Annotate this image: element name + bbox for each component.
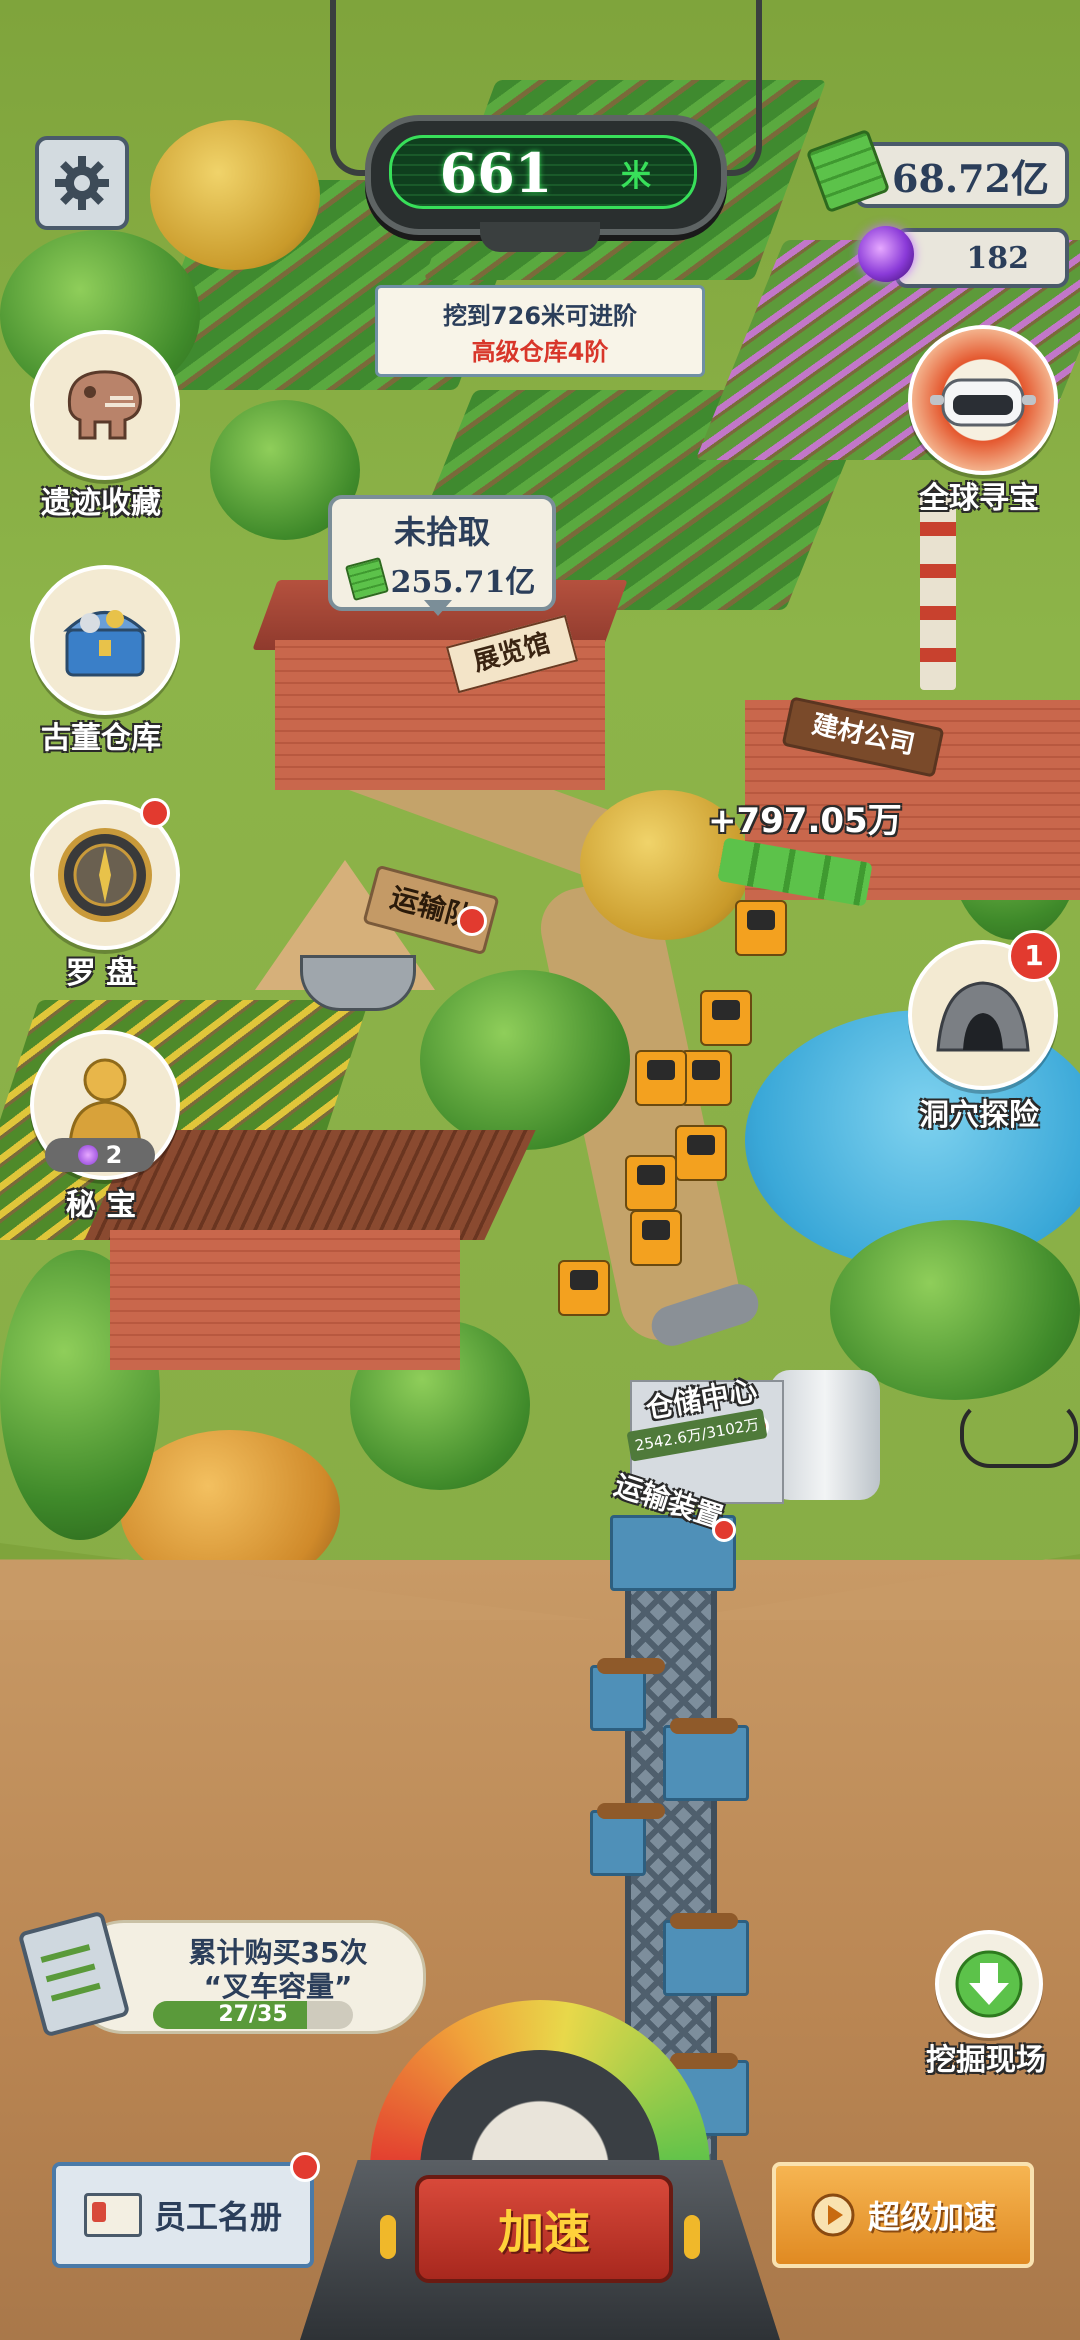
advance-notice-line2: 高级仓库4阶 <box>471 338 609 366</box>
gem-value: 182 <box>966 240 1029 276</box>
dig-site-button[interactable] <box>935 1930 1043 2038</box>
settings-button[interactable] <box>35 136 129 230</box>
cash-counter[interactable]: 68.72亿 <box>855 142 1069 208</box>
cash-icon <box>344 556 389 602</box>
bubble-pointer <box>424 600 452 616</box>
task-progress-bar: 27/35 <box>153 2001 353 2029</box>
play-video-icon <box>811 2193 855 2237</box>
speed-light-right <box>684 2215 700 2259</box>
task-progress-text: 27/35 <box>218 2002 288 2027</box>
forklift <box>630 1210 682 1266</box>
income-popup: +797.05万 <box>708 801 902 841</box>
compass-icon <box>58 828 152 922</box>
ore-bucket <box>590 1658 665 1731</box>
staff-notification-dot <box>290 2152 320 2182</box>
depth-unit: 米 <box>621 159 651 194</box>
uncollected-title: 未拾取 <box>393 513 490 551</box>
forklift <box>635 1050 687 1106</box>
cave-exploration-label: 洞穴探险 <box>919 1098 1039 1133</box>
forklift <box>675 1125 727 1181</box>
chimney <box>920 490 956 690</box>
transport-notification-dot <box>457 906 487 936</box>
depth-meter: 661 米 <box>365 115 727 235</box>
cash-value: 68.72亿 <box>892 155 1049 201</box>
gem-counter[interactable]: 182 <box>895 228 1069 288</box>
gear-icon <box>55 156 109 210</box>
uncollected-amount-row: 255.71亿 <box>332 556 552 602</box>
ore-bucket <box>663 1913 749 1996</box>
speed-button-label: 加速 <box>498 2205 590 2259</box>
wheelbarrow-icon <box>300 955 416 1011</box>
forklift <box>558 1260 610 1316</box>
barn-building <box>84 1130 536 1380</box>
speed-button[interactable]: 加速 <box>415 2175 673 2283</box>
storage-tank <box>770 1370 880 1500</box>
staff-roster-button[interactable]: 员工名册 <box>52 2162 314 2268</box>
secret-treasure-count: 2 <box>45 1138 155 1172</box>
conveyor-notification-dot <box>712 1518 736 1542</box>
task-line2: “叉车容量” <box>203 1970 353 2003</box>
antique-warehouse-button[interactable] <box>30 565 180 715</box>
super-speed-label: 超级加速 <box>867 2198 996 2236</box>
small-gem-icon <box>77 1145 98 1165</box>
advance-notice-line1: 挖到726米可进阶 <box>442 302 638 330</box>
global-treasure-hunt-button[interactable] <box>908 325 1058 475</box>
relics-collection-label: 遗迹收藏 <box>41 486 161 521</box>
tree <box>420 970 630 1150</box>
staff-roster-label: 员工名册 <box>153 2198 282 2236</box>
uncollected-bubble[interactable]: 未拾取 255.71亿 <box>328 495 556 611</box>
antique-warehouse-label: 古董仓库 <box>41 721 161 756</box>
speed-light-left <box>380 2215 396 2259</box>
id-card-icon <box>83 2193 142 2237</box>
dinosaur-fossil-icon <box>67 370 142 440</box>
treasure-chest-icon <box>63 610 147 677</box>
depth-meter-base <box>480 222 600 252</box>
compass-notification-dot <box>140 798 170 828</box>
barn-wall <box>110 1230 460 1370</box>
tree <box>150 120 320 270</box>
ore-bucket <box>663 1718 749 1801</box>
relics-collection-button[interactable] <box>30 330 180 480</box>
super-speed-button[interactable]: 超级加速 <box>772 2162 1034 2268</box>
forklift <box>625 1155 677 1211</box>
cave-badge: 1 <box>1008 930 1060 982</box>
bicycle-icon <box>960 1400 1078 1468</box>
cave-badge-value: 1 <box>1024 939 1044 972</box>
vr-headset-icon <box>930 378 1036 427</box>
purple-gem-icon <box>858 226 914 282</box>
global-treasure-hunt-label: 全球寻宝 <box>919 481 1039 516</box>
forklift <box>700 990 752 1046</box>
down-arrow-icon <box>955 1950 1023 2018</box>
dig-site-label: 挖掘现场 <box>926 2043 1046 2078</box>
forklift <box>680 1050 732 1106</box>
forklift <box>735 900 787 956</box>
cave-icon <box>936 981 1030 1052</box>
secret-treasure-label: 秘 宝 <box>65 1188 137 1223</box>
secret-treasure-count-value: 2 <box>105 1141 123 1169</box>
advance-notice: 挖到726米可进阶 高级仓库4阶 <box>375 285 705 377</box>
ore-bucket <box>590 1803 665 1876</box>
purchase-task-panel[interactable]: 累计购买35次 “叉车容量” 27/35 <box>70 1920 426 2034</box>
depth-value: 661 <box>439 141 553 205</box>
compass-label: 罗 盘 <box>65 956 137 991</box>
uncollected-amount: 255.71亿 <box>390 565 536 600</box>
